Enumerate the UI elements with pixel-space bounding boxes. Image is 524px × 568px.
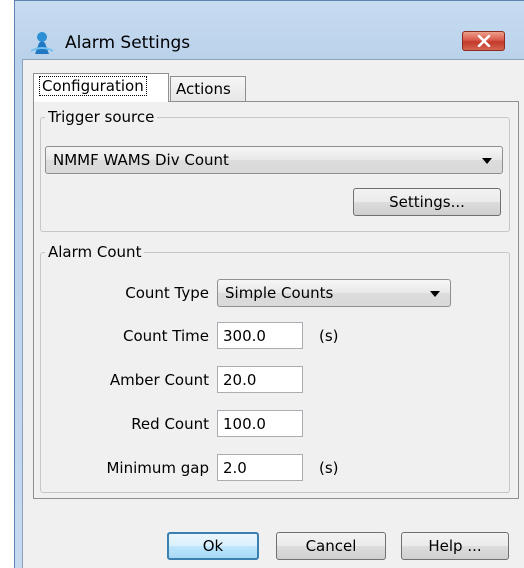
title-bar[interactable]: Alarm Settings bbox=[15, 1, 524, 56]
configuration-panel: Trigger source NMMF WAMS Div Count Setti… bbox=[33, 101, 519, 499]
tab-actions[interactable]: Actions bbox=[170, 76, 246, 102]
ok-button[interactable]: Ok bbox=[167, 532, 259, 560]
chevron-down-icon bbox=[482, 158, 492, 164]
count-time-label: Count Time bbox=[122, 327, 209, 345]
trigger-source-select[interactable]: NMMF WAMS Div Count bbox=[45, 146, 503, 174]
trigger-source-value: NMMF WAMS Div Count bbox=[53, 151, 229, 169]
amber-count-field[interactable]: 20.0 bbox=[217, 366, 303, 393]
chevron-down-icon bbox=[430, 291, 440, 297]
cancel-button[interactable]: Cancel bbox=[276, 532, 386, 560]
minimum-gap-field[interactable]: 2.0 bbox=[217, 454, 303, 481]
tab-configuration-label: Configuration bbox=[39, 76, 147, 96]
close-button[interactable] bbox=[462, 31, 505, 51]
amber-count-label: Amber Count bbox=[109, 371, 209, 389]
count-time-unit: (s) bbox=[319, 327, 339, 345]
count-time-field[interactable]: 300.0 bbox=[217, 322, 303, 349]
count-type-value: Simple Counts bbox=[225, 284, 334, 302]
count-type-select[interactable]: Simple Counts bbox=[217, 279, 451, 307]
dialog-window: Alarm Settings Configuration Actions Tri… bbox=[14, 0, 524, 568]
red-count-label: Red Count bbox=[131, 415, 209, 433]
minimum-gap-unit: (s) bbox=[319, 459, 339, 477]
trigger-source-group: Trigger source NMMF WAMS Div Count Setti… bbox=[40, 108, 510, 232]
help-button[interactable]: Help ... bbox=[401, 532, 509, 560]
app-icon bbox=[29, 31, 55, 55]
minimum-gap-label: Minimum gap bbox=[106, 459, 209, 477]
trigger-source-legend: Trigger source bbox=[48, 108, 155, 126]
settings-button[interactable]: Settings... bbox=[353, 188, 501, 216]
alarm-count-group: Alarm Count Count Type Simple Counts Cou… bbox=[40, 243, 510, 493]
alarm-count-legend: Alarm Count bbox=[48, 243, 142, 261]
tab-configuration[interactable]: Configuration bbox=[33, 73, 169, 102]
dialog-buttons: Ok Cancel Help ... bbox=[23, 500, 524, 568]
count-type-label: Count Type bbox=[125, 284, 209, 302]
red-count-field[interactable]: 100.0 bbox=[217, 410, 303, 437]
dialog-client: Configuration Actions Trigger source NMM… bbox=[22, 59, 524, 568]
tab-actions-label: Actions bbox=[176, 80, 231, 98]
close-icon bbox=[477, 35, 490, 47]
window-title: Alarm Settings bbox=[65, 33, 191, 53]
